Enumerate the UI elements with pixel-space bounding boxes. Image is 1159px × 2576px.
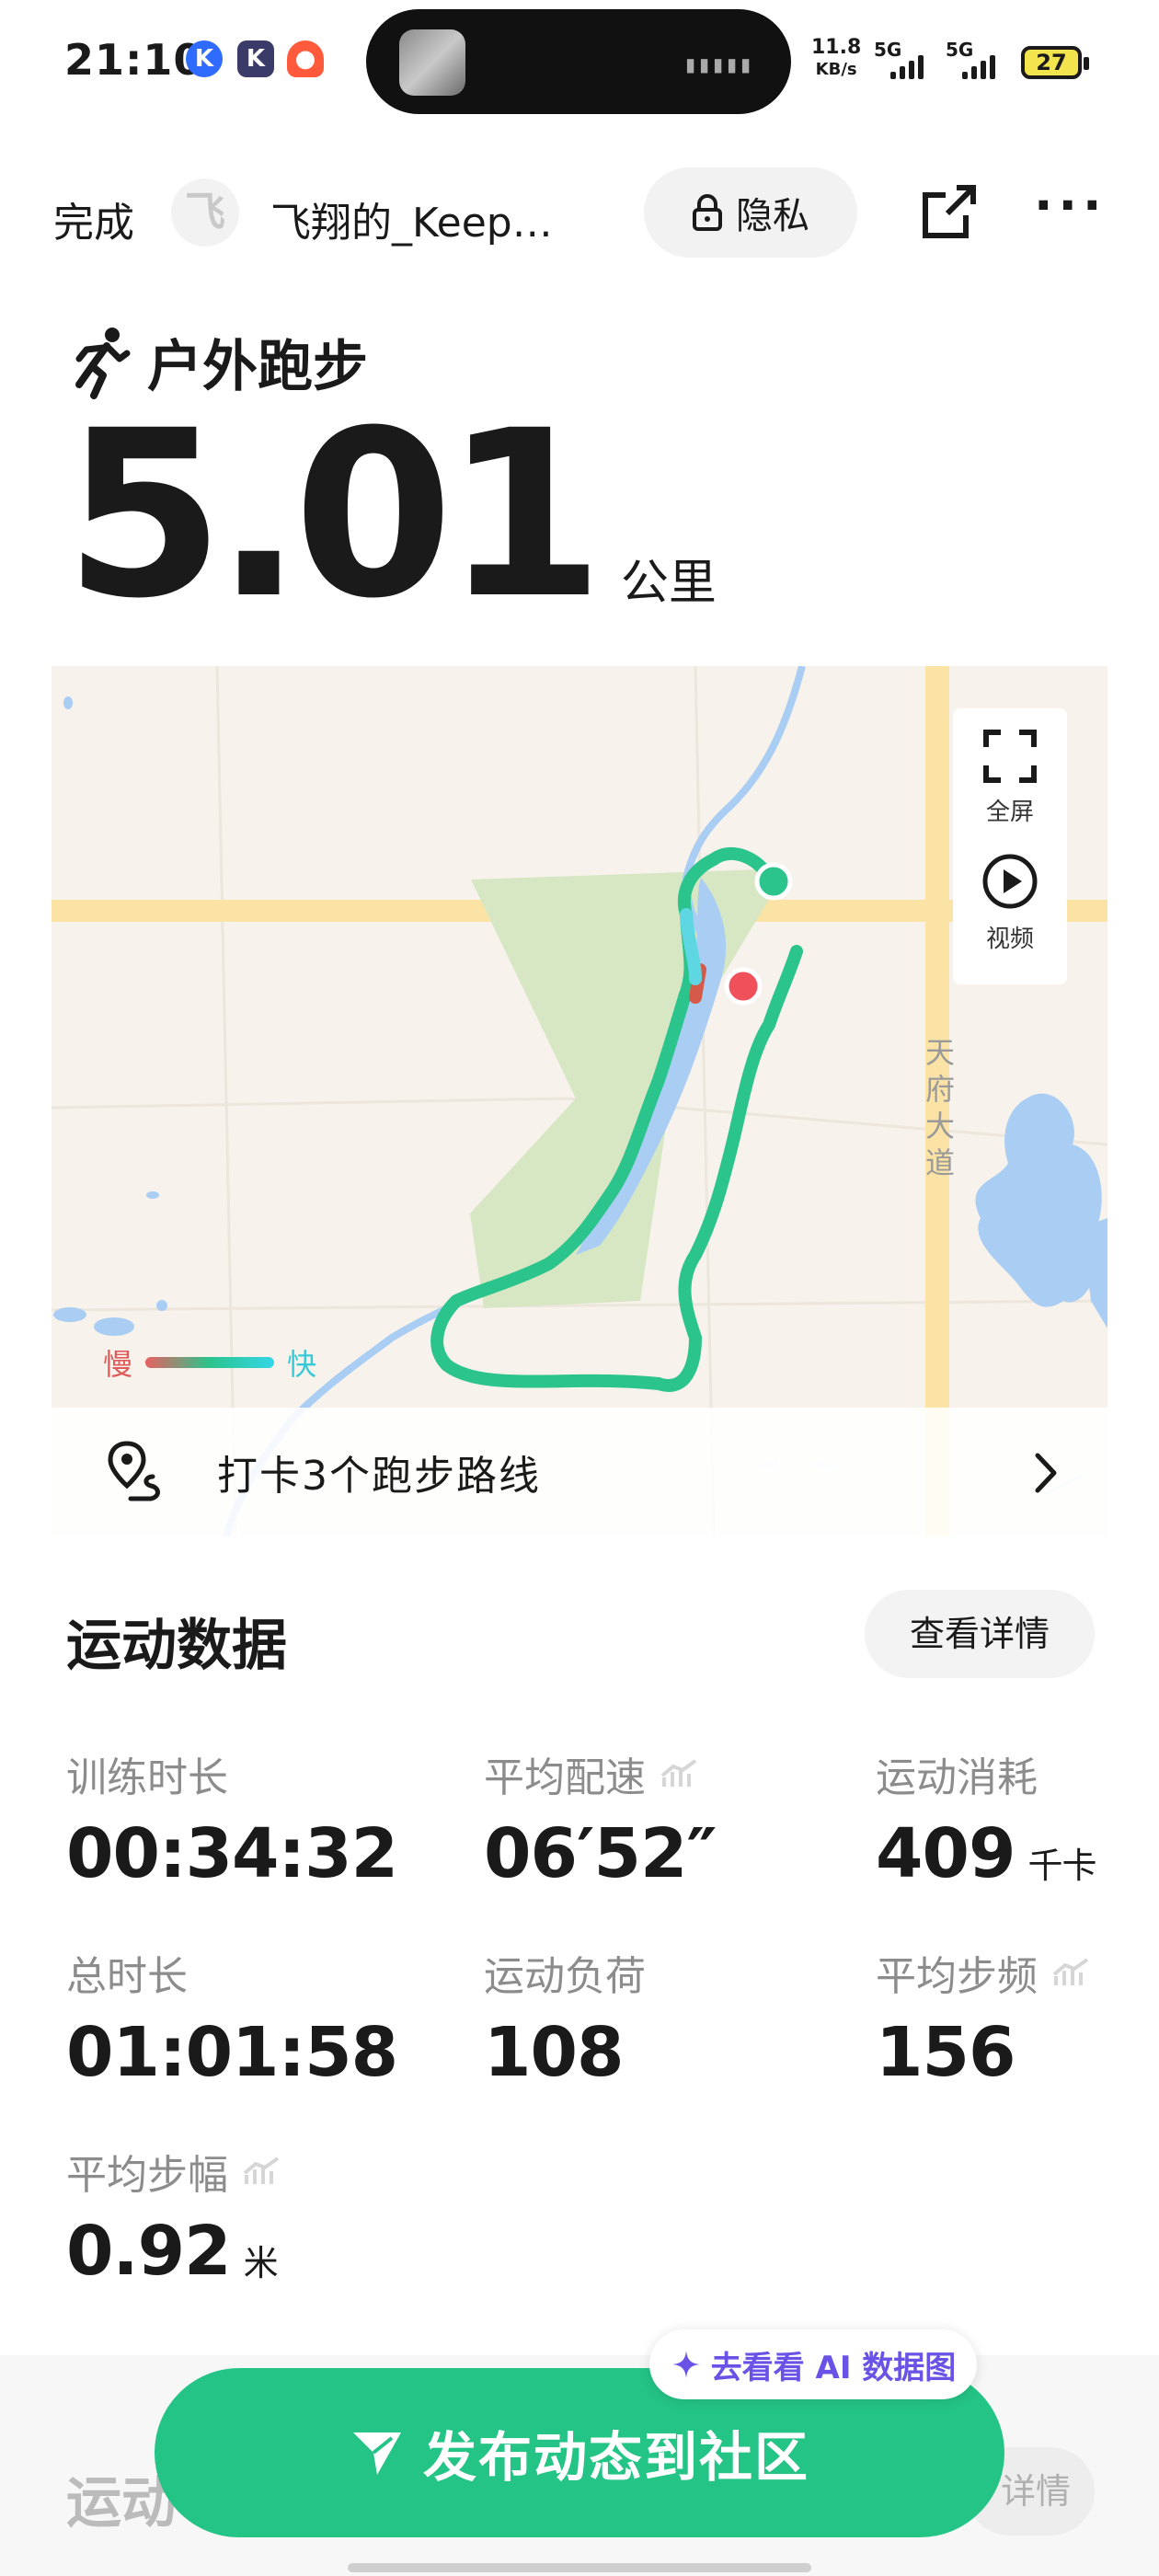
- media-thumbnail: [399, 29, 465, 96]
- fullscreen-button[interactable]: 全屏: [953, 729, 1067, 827]
- checkin-text: 打卡3个跑步路线: [217, 1453, 541, 1500]
- stat-label: 运动消耗: [876, 1754, 1038, 1801]
- stat-label: 运动负荷: [484, 1953, 646, 2000]
- kuaishou-app-icon: K: [237, 40, 274, 77]
- stat-label: 平均步频: [876, 1953, 1038, 2000]
- top-nav: 完成 飞 飞翔的_Keep… 隐私 ···: [0, 156, 1159, 267]
- stat-label: 平均配速: [484, 1754, 646, 1801]
- send-icon: [352, 2432, 401, 2475]
- view-details-button[interactable]: 查看详情: [865, 1590, 1095, 1678]
- river: [223, 666, 806, 1536]
- play-icon: [982, 854, 1038, 909]
- stat-avg-stride[interactable]: 平均步幅 0.92 米: [66, 2142, 280, 2291]
- route-map[interactable]: 天府大道 全屏 视频 慢 快 打卡3个跑步路线: [52, 666, 1107, 1536]
- stat-value: 01:01:58: [66, 2013, 398, 2092]
- video-button[interactable]: 视频: [953, 852, 1067, 954]
- network-speed-unit: KB/s: [815, 60, 857, 79]
- stat-avg-pace[interactable]: 平均配速 06′52″: [484, 1744, 717, 1893]
- trend-chart-icon: [1052, 1958, 1089, 1985]
- audio-wave-icon: ▮▮▮▮▮: [684, 53, 754, 75]
- network-speed: 11.8 KB/s: [811, 37, 861, 81]
- publish-label: 发布动态到社区: [422, 2426, 809, 2489]
- stat-training-load: 运动负荷 108: [484, 1943, 646, 2092]
- notification-app-icon: ●: [287, 40, 324, 77]
- stat-calories: 运动消耗 409 千卡: [876, 1744, 1096, 1893]
- stat-value: 156: [876, 2013, 1016, 2092]
- end-point: [724, 967, 763, 1006]
- privacy-label: 隐私: [736, 195, 809, 237]
- stat-label: 训练时长: [66, 1754, 228, 1801]
- share-icon[interactable]: [920, 182, 979, 241]
- road-name: 天府大道: [924, 1035, 955, 1180]
- distance: 5.01 公里: [64, 381, 717, 649]
- stat-avg-cadence[interactable]: 平均步频 156: [876, 1943, 1089, 2092]
- status-bar: 21:10 K K ● ▮▮▮▮▮ 11.8 KB/s 5G 5G 27: [0, 0, 1159, 129]
- privacy-button[interactable]: 隐私: [644, 167, 857, 258]
- fullscreen-label: 全屏: [985, 799, 1034, 826]
- stat-value: 0.92: [66, 2212, 232, 2291]
- trend-chart-icon: [243, 2156, 280, 2184]
- checkin-routes-row[interactable]: 打卡3个跑步路线: [52, 1408, 1107, 1536]
- section-title: 运动数据: [66, 1614, 287, 1678]
- pace-legend: 慢 快: [103, 1341, 316, 1384]
- legend-fast: 快: [287, 1347, 317, 1382]
- signal-bars-1-icon: [890, 55, 924, 79]
- home-indicator[interactable]: [348, 2563, 811, 2572]
- status-time: 21:10: [64, 35, 204, 85]
- legend-gradient: [145, 1357, 275, 1368]
- stat-training-duration: 训练时长 00:34:32: [66, 1744, 398, 1893]
- stat-value: 00:34:32: [66, 1814, 398, 1893]
- dynamic-island[interactable]: ▮▮▮▮▮: [366, 9, 791, 114]
- stat-label: 平均步幅: [66, 2152, 228, 2199]
- start-point: [754, 862, 793, 901]
- sparkle-icon: [671, 2351, 700, 2378]
- done-button[interactable]: 完成: [53, 190, 134, 248]
- ai-data-chart-chip[interactable]: 去看看 AI 数据图: [649, 2329, 977, 2399]
- stat-label: 总时长: [66, 1953, 188, 2000]
- lock-icon: [693, 194, 722, 231]
- lake: [975, 1093, 1102, 1307]
- legend-slow: 慢: [103, 1347, 133, 1382]
- stat-value: 108: [484, 2013, 624, 2092]
- stat-value: 06′52″: [484, 1814, 717, 1893]
- trend-chart-icon: [660, 1759, 697, 1787]
- video-label: 视频: [985, 926, 1034, 953]
- battery-icon: 27: [1021, 46, 1089, 79]
- avatar[interactable]: 飞: [171, 178, 239, 247]
- stat-value: 409: [876, 1814, 1016, 1893]
- route-pin-icon: [108, 1441, 160, 1501]
- stat-unit: 米: [243, 2243, 279, 2283]
- chevron-right-icon: [1035, 1453, 1057, 1493]
- more-icon[interactable]: ···: [1034, 177, 1107, 235]
- distance-value: 5.01: [64, 381, 604, 649]
- stat-unit: 千卡: [1027, 1846, 1096, 1886]
- stat-total-duration: 总时长 01:01:58: [66, 1943, 398, 2092]
- signal-bars-2-icon: [962, 55, 995, 79]
- map-tools: 全屏 视频: [953, 708, 1067, 984]
- keep-app-icon: K: [186, 40, 223, 77]
- fullscreen-icon: [983, 730, 1037, 783]
- ai-chip-label: 去看看 AI 数据图: [710, 2349, 957, 2386]
- distance-unit: 公里: [620, 556, 717, 611]
- network-speed-value: 11.8: [811, 36, 862, 59]
- username[interactable]: 飞翔的_Keep…: [270, 190, 583, 248]
